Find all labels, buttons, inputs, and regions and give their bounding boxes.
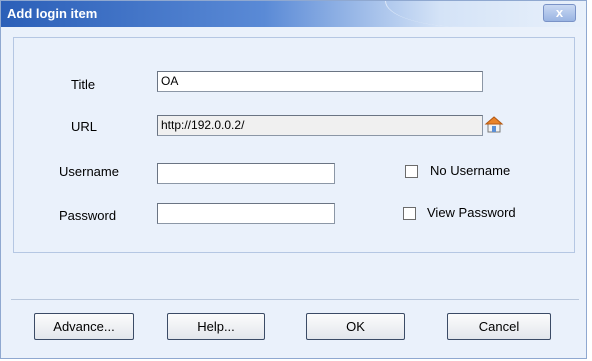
title-bar-decoration bbox=[385, 1, 506, 27]
username-input[interactable] bbox=[157, 163, 335, 184]
url-input[interactable]: http://192.0.0.2/ bbox=[157, 115, 483, 136]
title-bar[interactable]: Add login item x bbox=[1, 1, 586, 27]
ok-button[interactable]: OK bbox=[306, 313, 405, 340]
view-password-checkbox[interactable] bbox=[403, 207, 416, 220]
no-username-checkbox[interactable] bbox=[405, 165, 418, 178]
home-icon[interactable] bbox=[484, 115, 504, 135]
add-login-item-dialog: Add login item x Title OA URL http://192… bbox=[0, 0, 587, 359]
title-label: Title bbox=[71, 77, 96, 92]
title-input[interactable]: OA bbox=[157, 71, 483, 92]
view-password-label[interactable]: View Password bbox=[427, 205, 516, 220]
url-label: URL bbox=[71, 119, 98, 134]
window-title: Add login item bbox=[7, 6, 98, 21]
advance-button[interactable]: Advance... bbox=[34, 313, 134, 340]
username-label: Username bbox=[59, 164, 119, 179]
password-input[interactable] bbox=[157, 203, 335, 224]
footer-separator bbox=[11, 299, 579, 300]
cancel-button[interactable]: Cancel bbox=[447, 313, 551, 340]
close-icon: x bbox=[555, 5, 564, 20]
close-button[interactable]: x bbox=[543, 4, 576, 22]
no-username-label[interactable]: No Username bbox=[430, 163, 510, 178]
help-button[interactable]: Help... bbox=[167, 313, 265, 340]
password-label: Password bbox=[59, 208, 117, 223]
